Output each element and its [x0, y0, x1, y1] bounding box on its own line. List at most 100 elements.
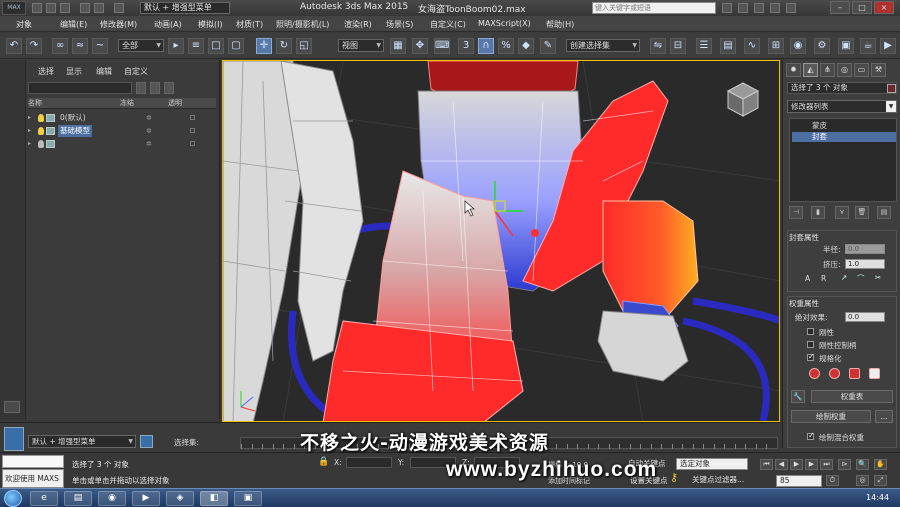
link-icon[interactable]: ∞	[52, 38, 68, 54]
expand-arrow-icon[interactable]: ▸	[28, 138, 31, 150]
menu-maxscript[interactable]: MAXScript(X)	[478, 19, 531, 28]
keyboard-shortcut-override-icon[interactable]: ⌨	[434, 38, 450, 54]
selection-lock-icon[interactable]: 🔒	[318, 457, 329, 467]
lightbulb-icon[interactable]	[38, 140, 44, 148]
minimize-button[interactable]: –	[830, 1, 850, 14]
paint-weights-button[interactable]: 绘制权重	[791, 410, 871, 423]
menu-rendering[interactable]: 渲染(R)	[344, 19, 372, 30]
x-coordinate-field[interactable]	[346, 457, 392, 468]
create-tab-icon[interactable]: ✹	[786, 63, 801, 77]
configure-modifier-sets-icon[interactable]: ▤	[877, 206, 891, 219]
selection-filter-dropdown[interactable]: 全部	[118, 39, 164, 52]
new-layer-icon[interactable]	[136, 82, 146, 94]
paste-envelope-icon[interactable]: ✂	[875, 273, 881, 282]
mirror-icon[interactable]: ⇋	[650, 38, 666, 54]
wrench-icon[interactable]: 🔧	[791, 390, 805, 403]
transparent-toggle[interactable]	[190, 141, 195, 146]
star-icon[interactable]	[770, 3, 780, 13]
radius-spinner[interactable]: 0.0	[845, 244, 885, 254]
menu-animation[interactable]: 动画(A)	[154, 19, 182, 30]
menu-lights-cameras[interactable]: 照明/摄影机(L)	[276, 19, 329, 30]
go-to-start-icon[interactable]: ⏮	[760, 459, 773, 470]
motion-tab-icon[interactable]: ◎	[837, 63, 852, 77]
column-freeze[interactable]: 冻结	[120, 98, 134, 109]
window-crossing-icon[interactable]: ▢	[228, 38, 244, 54]
rendered-frame-window-icon[interactable]: ▣	[838, 38, 854, 54]
lightbulb-icon[interactable]	[38, 114, 44, 122]
save-file-icon[interactable]	[60, 3, 70, 13]
render-setup-icon[interactable]: ⚙	[814, 38, 830, 54]
help-icon[interactable]	[786, 3, 796, 13]
lightbulb-icon[interactable]	[38, 127, 44, 135]
select-scale-icon[interactable]: ◱	[296, 38, 312, 54]
previous-frame-icon[interactable]: ◀	[775, 459, 788, 470]
rectangle-selection-icon[interactable]: □	[208, 38, 224, 54]
transparent-toggle[interactable]	[190, 115, 195, 120]
display-tab-icon[interactable]: ▭	[854, 63, 869, 77]
menu-customize[interactable]: 自定义(C)	[430, 19, 466, 30]
key-filters-button[interactable]: 关键点过滤器...	[692, 474, 744, 485]
menu-modifiers[interactable]: 修改器(M)	[100, 19, 137, 30]
column-name[interactable]: 名称	[28, 98, 42, 109]
paint-options-button[interactable]: ...	[875, 410, 893, 423]
weight-table-button[interactable]: 权重表	[811, 390, 893, 403]
redo-icon[interactable]	[94, 3, 104, 13]
menu-edit[interactable]: 编辑(E)	[60, 19, 87, 30]
play-icon[interactable]: ▶	[790, 459, 803, 470]
explorer-search-input[interactable]	[28, 82, 132, 94]
bind-space-warp-icon[interactable]: ~	[92, 38, 108, 54]
time-slider-thumb[interactable]	[4, 427, 24, 451]
reference-coordinate-dropdown[interactable]: 视图	[338, 39, 384, 52]
add-to-layer-icon[interactable]	[150, 82, 160, 94]
expand-arrow-icon[interactable]: ▸	[28, 125, 31, 137]
spinner-snap-icon[interactable]: ◆	[518, 38, 534, 54]
graphite-ribbon-icon[interactable]: ▤	[720, 38, 736, 54]
search-input[interactable]: 键入关键字或短语	[592, 2, 716, 14]
current-frame-field[interactable]: 85	[776, 475, 822, 487]
menu-object[interactable]: 对象	[16, 19, 32, 30]
rigid-handles-checkbox[interactable]	[807, 341, 814, 348]
rigid-checkbox[interactable]	[807, 328, 814, 335]
normalize-checkbox[interactable]	[807, 352, 815, 361]
curve-editor-icon[interactable]: ∿	[744, 38, 760, 54]
falloff-icon[interactable]: ↗	[841, 273, 847, 282]
undo-icon[interactable]	[80, 3, 90, 13]
selected-objects-field[interactable]: 选择了 3 个 对象	[787, 82, 897, 94]
time-config-icon[interactable]: ⏱	[826, 475, 839, 486]
freeze-icon[interactable]: ✲	[146, 138, 152, 150]
modifier-list-dropdown[interactable]: 修改器列表	[787, 100, 897, 113]
open-file-icon[interactable]	[46, 3, 56, 13]
include-verts-icon[interactable]	[829, 368, 840, 379]
workspace-dropdown[interactable]: 默认 + 增强型菜单	[140, 2, 230, 14]
layer-dropdown[interactable]: 默认 + 增强型菜单	[28, 435, 136, 448]
pivot-center-icon[interactable]: ▦	[390, 38, 406, 54]
maximize-viewport-icon[interactable]: ⤢	[874, 475, 887, 486]
project-folder-icon[interactable]	[114, 3, 124, 13]
new-file-icon[interactable]	[32, 3, 42, 13]
maximize-button[interactable]: □	[852, 1, 872, 14]
app-logo-icon[interactable]: MAX	[2, 1, 26, 15]
menu-scene[interactable]: 场景(S)	[386, 19, 413, 30]
taskbar-ie-icon[interactable]: e	[30, 491, 58, 506]
select-manipulate-icon[interactable]: ✥	[412, 38, 428, 54]
remove-modifier-icon[interactable]: 🗑	[855, 206, 869, 219]
layer-row[interactable]: ▸ 基础模型 ✲	[28, 125, 216, 137]
zoom-icon[interactable]: 🔍	[856, 459, 869, 470]
redo-icon[interactable]: ↷	[26, 38, 42, 54]
maxscript-mini-listener[interactable]: 欢迎使用 MAXS	[2, 469, 64, 488]
render-production-icon[interactable]: ☕	[860, 38, 876, 54]
transparent-toggle[interactable]	[190, 128, 195, 133]
menu-material[interactable]: 材质(T)	[236, 19, 263, 30]
undo-icon[interactable]: ↶	[6, 38, 22, 54]
explorer-menu-display[interactable]: 显示	[66, 66, 82, 77]
select-move-icon[interactable]: ✛	[256, 38, 272, 54]
show-end-result-icon[interactable]: ▮	[811, 206, 825, 219]
named-selection-dropdown[interactable]: 创建选择集	[566, 39, 640, 52]
relative-r-icon[interactable]: R	[821, 274, 826, 283]
explorer-menu-edit[interactable]: 编辑	[96, 66, 112, 77]
next-frame-icon[interactable]: ▶	[805, 459, 818, 470]
render-active-icon[interactable]: ▶	[880, 38, 896, 54]
select-by-name-icon[interactable]: ≡	[188, 38, 204, 54]
make-unique-icon[interactable]: ⋎	[835, 206, 849, 219]
key-icon[interactable]: ⚷	[670, 471, 678, 484]
